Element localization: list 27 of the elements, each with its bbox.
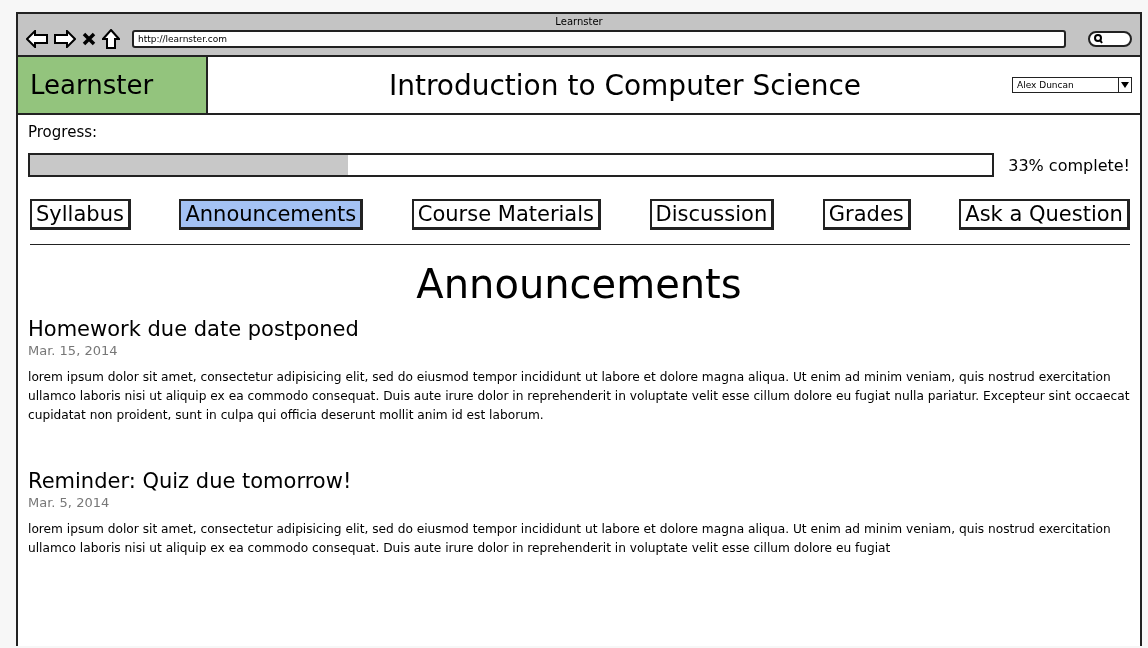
home-icon[interactable]	[102, 29, 120, 49]
window-title: Learnster	[555, 16, 603, 27]
nav-tab[interactable]: Discussion	[649, 199, 775, 230]
caret-icon	[1121, 82, 1129, 88]
search-icon	[1094, 34, 1103, 44]
nav-tab[interactable]: Announcements	[179, 199, 364, 230]
announcement-date: Mar. 15, 2014	[28, 343, 119, 358]
page-heading: Announcements	[415, 261, 743, 307]
announcement-title: Reminder: Quiz due tomorrow!	[28, 469, 353, 493]
announcement-body: lorem ipsum dolor sit amet, consectetur adipisicing elit, sed do eiusmod tempor incididunt ut labore et dolore magna aliqua. Ut enim ad minim veniam, quis nostrud exercitation ullamco laboris nisi ut aliquip ex ea commodo consequat. Duis aute irure dolor in reprehenderit in voluptate velit esse cillum dolore eu fugiat nulla pariatur. Excepteur sint occaecat cupidatat non proident, sunt in culpa qui officia deserunt mollit anim id est laborum.	[28, 369, 1130, 424]
forward-icon[interactable]	[54, 30, 76, 48]
logo: Learnster	[18, 57, 208, 113]
search-field[interactable]	[1088, 31, 1132, 47]
progress-reading: 33% complete!	[1008, 155, 1130, 175]
back-icon[interactable]	[26, 30, 48, 48]
nav-tab[interactable]: Syllabus	[30, 199, 131, 230]
nav-tab[interactable]: Ask a Question	[959, 199, 1130, 230]
nav-tab[interactable]: Course Materials	[411, 199, 601, 230]
nav-tab[interactable]: Grades	[822, 199, 911, 230]
course-title: Introduction to Computer Science	[387, 67, 863, 104]
announcement-body: lorem ipsum dolor sit amet, consectetur adipisicing elit, sed do eiusmod tempor incididunt ut labore et dolore magna aliqua. Ut enim ad minim veniam, quis nostrud exercitation ullamco laboris nisi ut aliquip ex ea commodo consequat. Duis aute irure dolor in reprehenderit in voluptate velit esse cillum dolore eu fugiat	[28, 521, 1112, 557]
user-dropdown[interactable]: Alex Duncan	[1012, 77, 1132, 93]
announcement-date: Mar. 5, 2014	[28, 495, 111, 510]
address-field[interactable]: http://learnster.com	[132, 30, 1066, 48]
close-icon[interactable]	[82, 32, 96, 46]
progress-label: Progress:	[28, 123, 99, 141]
announcement-title: Homework due date postponed	[28, 317, 360, 341]
